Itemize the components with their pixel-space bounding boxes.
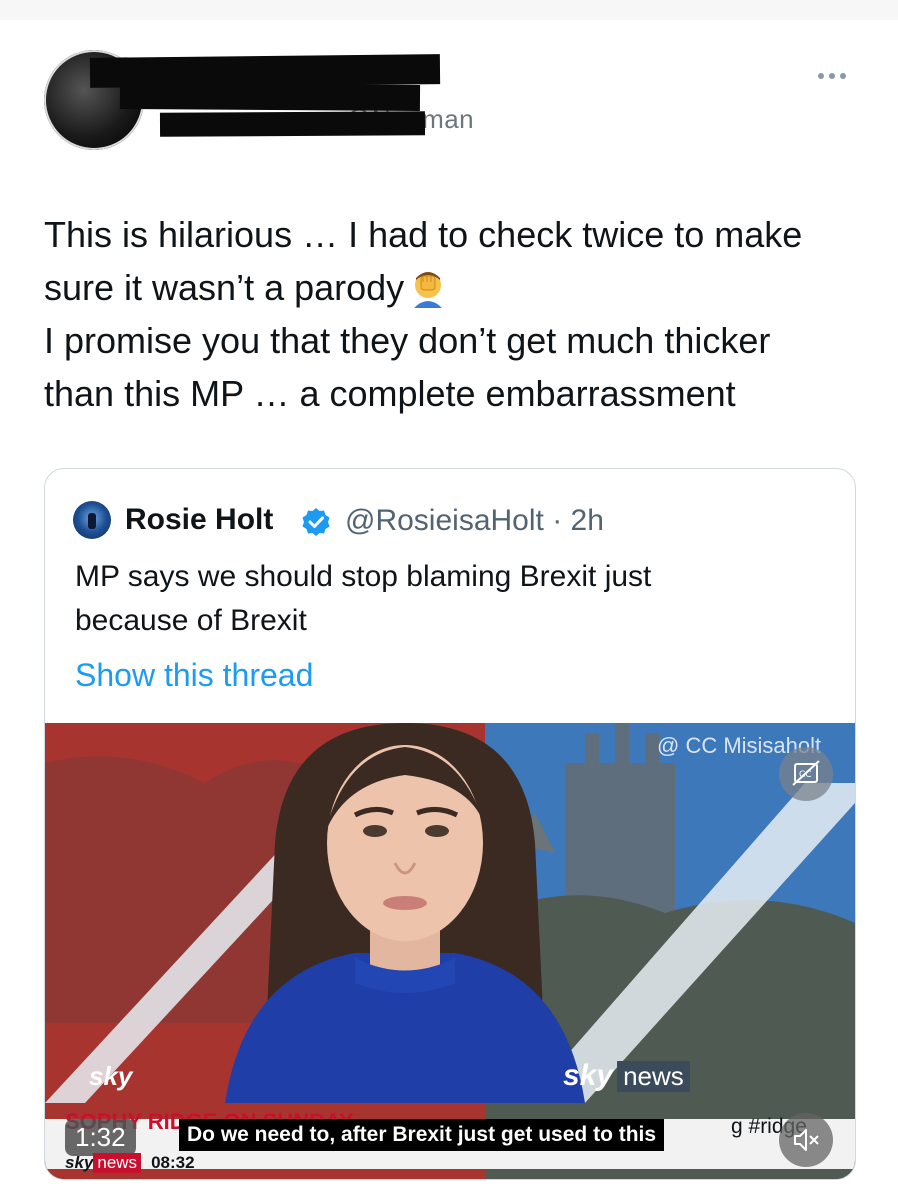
quote-line: because of Brexit — [75, 604, 307, 637]
video-subtitle: Do we need to, after Brexit just get use… — [179, 1119, 665, 1151]
tweet-text: This is hilarious … I had to check twice… — [44, 208, 864, 420]
redaction-bar — [119, 82, 421, 112]
tweet-line: This is hilarious … I had to check twice… — [44, 214, 803, 255]
quote-text: MP says we should stop blaming Brexit ju… — [75, 555, 815, 643]
quote-avatar[interactable] — [73, 501, 111, 539]
mute-toggle-icon[interactable] — [779, 1113, 833, 1167]
quote-author-name[interactable]: Rosie Holt — [125, 503, 273, 537]
tweet-line: sure it wasn’t a parody — [44, 261, 864, 314]
top-bar — [0, 0, 898, 20]
channel-strip: sky news 08:32 — [65, 1153, 195, 1173]
tweet-line: than this MP … a complete embarrassment — [44, 373, 736, 414]
tweet-line: I promise you that they don’t get much t… — [44, 320, 771, 361]
video-player[interactable]: sky skynews SOPHY RIDGE ON SUNDAY @ CC M… — [45, 723, 855, 1179]
quote-handle-time: @RosieisaHolt · 2h — [345, 504, 604, 537]
more-options-icon[interactable] — [812, 64, 852, 88]
sky-news-logo: sky news — [563, 1059, 690, 1093]
quote-tweet-card[interactable]: Rosie Holt @RosieisaHolt · 2h MP says we… — [44, 468, 856, 1180]
redaction-bar — [159, 111, 426, 137]
sky-logo: sky — [89, 1061, 133, 1091]
captions-toggle-icon[interactable]: CC — [779, 747, 833, 801]
presenter-image — [225, 723, 585, 1103]
facepalm-emoji-icon — [408, 268, 448, 308]
quote-line: MP says we should stop blaming Brexit ju… — [75, 560, 652, 593]
video-duration: 1:32 — [65, 1119, 136, 1156]
show-thread-link[interactable]: Show this thread — [75, 657, 313, 694]
verified-badge-icon — [301, 507, 331, 537]
